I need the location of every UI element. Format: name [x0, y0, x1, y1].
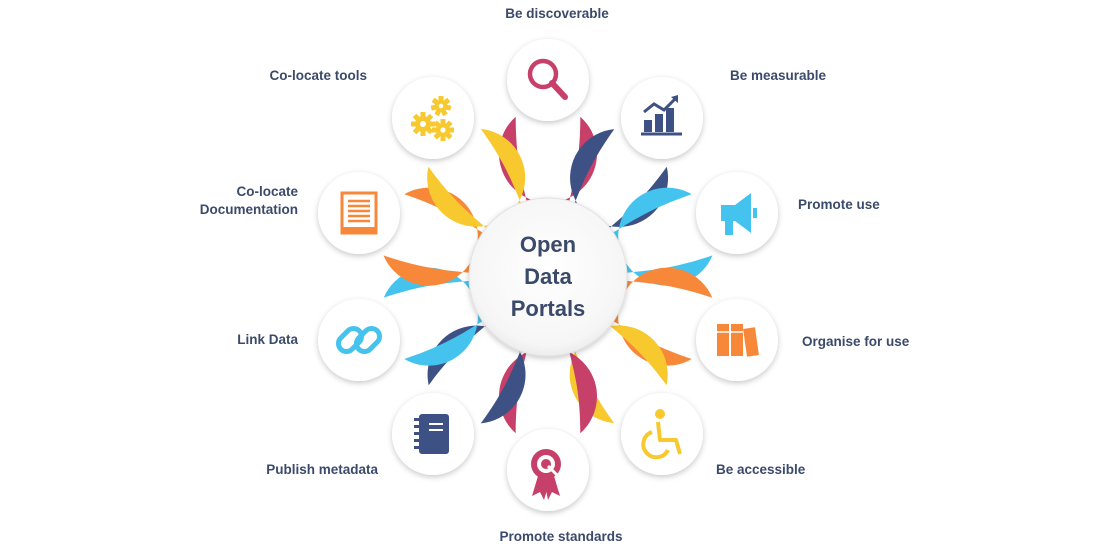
label-tools: Co-locate tools [269, 68, 367, 83]
petal-badge-tools [392, 77, 474, 159]
petal-badge-accessible [621, 393, 703, 475]
label-accessible: Be accessible [716, 462, 806, 477]
label-promote-use: Promote use [798, 197, 880, 212]
label-organise: Organise for use [802, 334, 910, 349]
petal-badge-discoverable [507, 39, 589, 121]
petal-badge-documentation [318, 172, 400, 254]
label-discoverable: Be discoverable [505, 6, 609, 21]
center-line-3: Portals [511, 296, 586, 321]
label-documentation-line-1: Co-locate [236, 184, 298, 199]
notebook-icon [414, 414, 449, 454]
center-hub: Open Data Portals [468, 197, 628, 357]
center-line-1: Open [520, 232, 576, 257]
open-data-portals-diagram: Open Data Portals Be discoverable Be meas… [200, 6, 910, 544]
label-measurable: Be measurable [730, 68, 827, 83]
label-link-data: Link Data [237, 332, 298, 347]
books-icon [717, 324, 759, 357]
label-standards: Promote standards [499, 529, 622, 544]
label-metadata: Publish metadata [266, 462, 378, 477]
label-documentation-line-2: Documentation [200, 202, 298, 217]
center-line-2: Data [524, 264, 572, 289]
